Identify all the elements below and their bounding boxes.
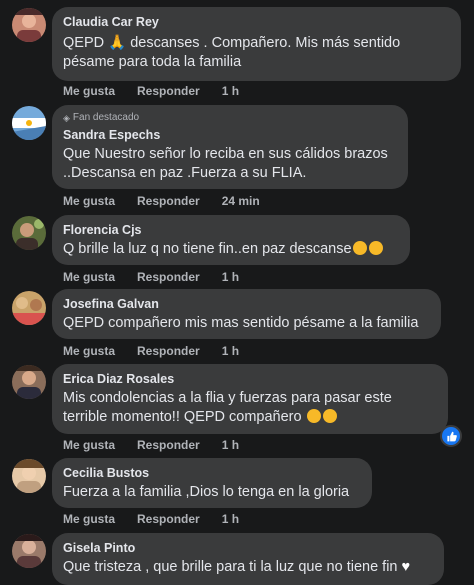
comment-text-line: QEPD 🙏 descanses . Compañero. Mis más se… [63, 35, 401, 51]
comment-text-line: Q brille la luz q no tiene fin..en paz d… [63, 241, 352, 257]
reply-button[interactable]: Responder [137, 84, 200, 98]
comment-actions: Me gusta Responder 24 min [63, 194, 260, 208]
crying-face-emoji [322, 409, 337, 423]
badge-label: Fan destacado [72, 112, 140, 123]
sad-face-emoji [352, 241, 367, 255]
thumbs-up-icon [446, 431, 457, 441]
diamond-icon: ◈ [63, 113, 70, 123]
comment-bubble: Florencia Cjs Q brille la luz q no tiene… [52, 215, 410, 265]
comment-timestamp[interactable]: 1 h [222, 270, 239, 284]
comment-actions: Me gusta Responder 1 h [63, 84, 239, 98]
comment-timestamp[interactable]: 1 h [222, 512, 239, 526]
white-heart-emoji: ♥ [401, 559, 411, 575]
avatar[interactable] [12, 365, 46, 399]
comment-text: QEPD compañero mis mas sentido pésame a … [63, 314, 430, 333]
avatar[interactable] [12, 291, 46, 325]
comment-author[interactable]: Gisela Pinto [63, 540, 433, 556]
comment-author[interactable]: Claudia Car Rey [63, 14, 450, 30]
reply-button[interactable]: Responder [137, 512, 200, 526]
comment-author[interactable]: Florencia Cjs [63, 222, 399, 238]
sad-face-emoji [368, 241, 383, 255]
like-button[interactable]: Me gusta [63, 194, 115, 208]
reply-button[interactable]: Responder [137, 344, 200, 358]
reply-button[interactable]: Responder [137, 438, 200, 452]
comment-actions: Me gusta Responder 1 h [63, 438, 239, 452]
comment-bubble: ◈ Fan destacado Sandra Espechs Que Nuest… [52, 105, 408, 189]
comment-timestamp[interactable]: 1 h [222, 344, 239, 358]
comment-text: Que Nuestro señor lo reciba en sus cálid… [63, 145, 397, 183]
comment-timestamp[interactable]: 1 h [222, 84, 239, 98]
comment-text-line: Que tristeza , que brille para ti la luz… [63, 559, 398, 575]
reaction-count-badge[interactable] [440, 425, 462, 447]
reply-button[interactable]: Responder [137, 270, 200, 284]
comment-actions: Me gusta Responder 1 h [63, 270, 239, 284]
avatar[interactable] [12, 216, 46, 250]
like-button[interactable]: Me gusta [63, 344, 115, 358]
comment-author[interactable]: Cecilia Bustos [63, 465, 361, 481]
comment-timestamp[interactable]: 1 h [222, 438, 239, 452]
comment-author[interactable]: Erica Diaz Rosales [63, 371, 437, 387]
avatar[interactable] [12, 8, 46, 42]
comment-bubble: Gisela Pinto Que tristeza , que brille p… [52, 533, 444, 585]
comment-text-line: Que Nuestro señor lo reciba en sus cálid… [63, 146, 388, 162]
sad-face-emoji [306, 409, 321, 423]
comment-text: Fuerza a la familia ,Dios lo tenga en la… [63, 483, 361, 502]
avatar[interactable] [12, 106, 46, 140]
avatar[interactable] [12, 459, 46, 493]
like-button[interactable]: Me gusta [63, 84, 115, 98]
fan-badge: ◈ Fan destacado [63, 111, 397, 125]
comment-actions: Me gusta Responder 1 h [63, 512, 239, 526]
avatar[interactable] [12, 534, 46, 568]
comment-text-line: Fuerza a la familia ,Dios lo tenga en la… [63, 484, 350, 500]
comment-text-line: QEPD compañero mis mas sentido pésame a … [63, 315, 419, 331]
comment-text: Que tristeza , que brille para ti la luz… [63, 558, 433, 577]
comment-text-line: ..Descansa en paz .Fuerza a su FLIA. [63, 165, 307, 181]
like-button[interactable]: Me gusta [63, 270, 115, 284]
comment-text: Q brille la luz q no tiene fin..en paz d… [63, 240, 399, 259]
comment-text-line: pésame para toda la familia [63, 54, 242, 70]
comment-timestamp[interactable]: 24 min [222, 194, 260, 208]
comment-text: QEPD 🙏 descanses . Compañero. Mis más se… [63, 34, 450, 72]
comment-bubble: Erica Diaz Rosales Mis condolencias a la… [52, 364, 448, 434]
comment-author[interactable]: Josefina Galvan [63, 296, 430, 312]
comment-text: Mis condolencias a la flia y fuerzas par… [63, 389, 437, 427]
comment-bubble: Josefina Galvan QEPD compañero mis mas s… [52, 289, 441, 339]
comment-bubble: Claudia Car Rey QEPD 🙏 descanses . Compa… [52, 7, 461, 81]
comment-author[interactable]: Sandra Espechs [63, 127, 397, 143]
comment-text-line: terrible momento!! QEPD compañero [63, 409, 302, 425]
comment-text-line: Mis condolencias a la flia y fuerzas par… [63, 390, 392, 406]
like-button[interactable]: Me gusta [63, 438, 115, 452]
comment-actions: Me gusta Responder 1 h [63, 344, 239, 358]
reply-button[interactable]: Responder [137, 194, 200, 208]
comment-bubble: Cecilia Bustos Fuerza a la familia ,Dios… [52, 458, 372, 508]
like-button[interactable]: Me gusta [63, 512, 115, 526]
